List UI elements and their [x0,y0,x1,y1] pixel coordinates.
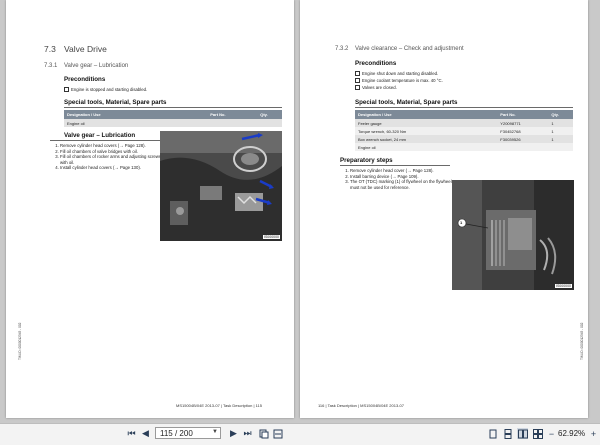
tools-table: Designation / Use Part No. Qty. Engine o… [64,110,282,127]
preconditions-list: Engine shut down and starting disabled. … [355,70,443,91]
flywheel-photo: 1 IS000000 [452,180,574,290]
column-header: Qty. [257,110,282,119]
page-footer: 116 | Task Description | MS15004B/04E 20… [318,403,404,408]
left-page: 7.3 Valve Drive 7.3.1 Valve gear – Lubri… [6,0,294,418]
chevron-down-icon[interactable]: ▼ [212,429,218,435]
single-page-icon[interactable] [487,428,498,439]
preconditions-heading: Preconditions [355,60,397,67]
zoom-out-icon[interactable]: − [546,428,557,439]
checkbox-icon [355,71,360,77]
divider [340,165,450,166]
double-page-icon[interactable] [517,428,528,439]
preparatory-steps: Remove cylinder head cover (→ Page 128).… [340,168,458,190]
tools-heading: Special tools, Material, Spare parts [355,99,458,106]
procedure-heading: Valve gear – Lubrication [64,132,136,139]
double-scroll-icon[interactable] [532,428,543,439]
checkbox-icon [355,78,360,84]
divider [64,107,282,108]
section-title: Valve Drive [64,44,107,54]
preconditions-heading: Preconditions [64,76,106,83]
section-number: 7.3 [44,44,56,54]
table-row: Feeler gauge Y20098771 1 [355,119,573,127]
table-header-row: Designation / Use Part No. Qty. [355,110,573,119]
zoom-level[interactable]: 62.92% [558,429,585,438]
side-id-text: TIM-ID: 0000012345 - 002 [18,322,22,360]
callout-label: 1 [460,220,463,225]
preparatory-heading: Preparatory steps [340,157,393,164]
precondition-item: Engine is stopped and starting disabled. [64,86,147,93]
precondition-item: Valves are closed. [355,84,443,91]
table-row: Engine oil [64,119,282,127]
next-page-icon[interactable]: ▶ [228,428,239,439]
checkbox-icon [64,87,69,93]
flywheel-image [452,180,574,290]
table-header-row: Designation / Use Part No. Qty. [64,110,282,119]
table-row: Torque wrench, 60-320 Nm F30452768 1 [355,127,573,135]
side-id-text: TIM-ID: 0000012345 - 002 [580,322,584,360]
valve-gear-image [160,131,282,241]
photo-caption: IS000000 [555,284,572,288]
list-item: Install cylinder head covers (→ Page 130… [60,165,162,171]
zoom-in-icon[interactable]: + [588,428,599,439]
column-header: Designation / Use [64,110,208,119]
page-footer: MS15004B/04E 2013-07 | Task Description … [176,403,262,408]
scroll-page-icon[interactable] [502,428,513,439]
checkbox-icon [355,85,360,91]
tools-heading: Special tools, Material, Spare parts [64,99,167,106]
divider [355,107,573,108]
column-header: Qty. [548,110,573,119]
column-header: Part No. [497,110,549,119]
subsection-number: 7.3.1 [44,63,58,69]
prev-page-icon[interactable]: ◀ [140,428,151,439]
precondition-item: Engine shut down and starting disabled. [355,70,443,77]
subsection-number: 7.3.2 [335,46,349,52]
list-item: Fill oil chambers of rocker arms and adj… [60,154,162,165]
photo-caption: IS000000 [263,235,280,239]
engine-photo: IS000000 [160,131,282,241]
last-page-icon[interactable]: ⏭ [242,428,253,439]
fit-page-icon[interactable] [258,428,269,439]
subsection-title: Valve clearance – Check and adjustment [355,46,464,52]
preconditions-list: Engine is stopped and starting disabled. [64,86,147,93]
list-item: The OT (TDC) marking (1) of flywheel on … [350,179,458,190]
first-page-icon[interactable]: ⏮ [126,428,137,439]
viewer-toolbar: ⏮ ◀ 115 / 200 ▼ ▶ ⏭ − 62.92% + [0,423,600,445]
divider [50,140,160,141]
precondition-item: Engine coolant temperature is max. 40 °C… [355,77,443,84]
tools-table: Designation / Use Part No. Qty. Feeler g… [355,110,573,151]
page-number-input[interactable]: 115 / 200 ▼ [155,427,221,439]
document-viewer: 7.3 Valve Drive 7.3.1 Valve gear – Lubri… [0,0,600,423]
table-row: Box wrench socket, 24 mm F30039526 1 [355,135,573,143]
subsection-title: Valve gear – Lubrication [64,63,129,69]
fit-width-icon[interactable] [272,428,283,439]
procedure-steps: Remove cylinder head covers (→ Page 128)… [50,143,162,171]
right-page: 7.3.2 Valve clearance – Check and adjust… [300,0,588,418]
table-row: Engine oil [355,143,573,151]
column-header: Designation / Use [355,110,498,119]
column-header: Part No. [207,110,258,119]
